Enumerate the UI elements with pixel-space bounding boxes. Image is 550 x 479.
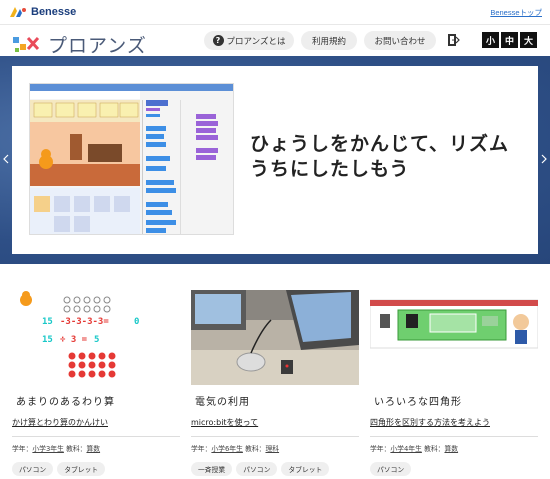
hero-carousel: ひょうしをかんじて、リズム うちにしたしもう [0, 56, 550, 264]
lesson-card-link[interactable]: micro:bitを使って [191, 417, 359, 428]
lesson-card-tags: パソコン タブレット [12, 462, 180, 476]
benesse-wordmark: Benesse [31, 6, 77, 18]
grade-label: 学年： [191, 445, 212, 453]
benesse-logo[interactable]: Benesse [8, 5, 76, 19]
hero-slide[interactable]: ひょうしをかんじて、リズム うちにしたしもう [12, 66, 538, 254]
site-title: プロアンズ [48, 35, 147, 57]
lesson-card-link[interactable]: かけ算とわり算のかんけい [12, 417, 180, 428]
svg-text:15: 15 [42, 317, 53, 327]
tag[interactable]: タブレット [57, 462, 106, 476]
nav-about-label: プロアンズとは [226, 36, 286, 47]
global-topbar: Benesse Benesseトップ [0, 0, 550, 24]
svg-text:15: 15 [42, 335, 53, 345]
hero-scratch-screenshot [29, 83, 234, 235]
tag[interactable]: パソコン [370, 462, 412, 476]
logout-door-icon[interactable] [446, 33, 460, 47]
lesson-card-title: いろいろな四角形 [374, 397, 462, 408]
svg-text:0: 0 [134, 317, 139, 327]
svg-text:÷ 3 =: ÷ 3 = [60, 335, 88, 345]
hero-headline-line2: うちにしたしもう [250, 158, 410, 180]
hero-headline: ひょうしをかんじて、リズム うちにしたしもう [250, 132, 509, 182]
lesson-card-link[interactable]: 四角形を区別する方法を考えよう [370, 417, 538, 428]
nav-about-button[interactable]: ? プロアンズとは [204, 31, 294, 50]
site-logo[interactable]: プロアンズ [12, 31, 147, 58]
benesse-top-link[interactable]: Benesseトップ [490, 7, 542, 18]
font-size-large-button[interactable]: 大 [520, 32, 537, 48]
nav-contact-button[interactable]: お問い合わせ [364, 31, 436, 50]
lesson-card-title: 電気の利用 [195, 397, 250, 408]
subject-link[interactable]: 算数 [86, 445, 100, 453]
grade-link[interactable]: 小学4年生 [390, 445, 422, 453]
nav-contact-label: お問い合わせ [374, 36, 426, 47]
subject-link[interactable]: 理科 [265, 445, 279, 453]
lesson-card[interactable]: 電気の利用 micro:bitを使って 学年：小学6年生 教科：理科 一斉授業 … [191, 290, 359, 476]
lesson-card-image [191, 290, 359, 385]
svg-text:5: 5 [94, 335, 99, 345]
lesson-card-list: 15 -3-3-3-3= 0 15 ÷ 3 = 5 あまりのあるわり算 かけ算と… [0, 264, 550, 479]
grade-link[interactable]: 小学3年生 [32, 445, 64, 453]
subject-link[interactable]: 算数 [444, 445, 458, 453]
carousel-next-icon[interactable] [541, 154, 547, 164]
benesse-logo-icon [10, 7, 26, 17]
hero-headline-line1: ひょうしをかんじて、リズム [250, 133, 510, 155]
tag[interactable]: タブレット [281, 462, 330, 476]
subject-label: 教科： [424, 445, 445, 453]
lesson-card-tags: パソコン [370, 462, 538, 476]
font-size-small-button[interactable]: 小 [482, 32, 499, 48]
tag[interactable]: パソコン [12, 462, 54, 476]
grade-label: 学年： [12, 445, 33, 453]
nav-terms-label: 利用規約 [311, 36, 346, 47]
lesson-card[interactable]: いろいろな四角形 四角形を区別する方法を考えよう 学年：小学4年生 教科：算数 … [370, 290, 538, 476]
proanz-logo-icon [13, 36, 40, 52]
lesson-card-tags: 一斉授業 パソコン タブレット [191, 462, 359, 476]
lesson-card-image: 15 -3-3-3-3= 0 15 ÷ 3 = 5 [12, 290, 180, 385]
site-header: プロアンズ ? プロアンズとは 利用規約 お問い合わせ 小 中 大 [0, 24, 550, 58]
tag[interactable]: 一斉授業 [191, 462, 233, 476]
nav-terms-button[interactable]: 利用規約 [301, 31, 357, 50]
subject-label: 教科： [245, 445, 266, 453]
grade-label: 学年： [370, 445, 391, 453]
font-size-medium-button[interactable]: 中 [501, 32, 518, 48]
lesson-card-meta: 学年：小学4年生 教科：算数 [370, 436, 538, 453]
tag[interactable]: パソコン [236, 462, 278, 476]
lesson-card[interactable]: 15 -3-3-3-3= 0 15 ÷ 3 = 5 あまりのあるわり算 かけ算と… [12, 290, 180, 476]
lesson-card-meta: 学年：小学6年生 教科：理科 [191, 436, 359, 453]
lesson-card-meta: 学年：小学3年生 教科：算数 [12, 436, 180, 453]
lesson-card-image [370, 290, 538, 385]
grade-link[interactable]: 小学6年生 [211, 445, 243, 453]
question-icon: ? [212, 35, 224, 46]
subject-label: 教科： [66, 445, 87, 453]
carousel-prev-icon[interactable] [3, 154, 9, 164]
lesson-card-title: あまりのあるわり算 [16, 397, 115, 408]
svg-text:-3-3-3-3=: -3-3-3-3= [60, 317, 109, 327]
